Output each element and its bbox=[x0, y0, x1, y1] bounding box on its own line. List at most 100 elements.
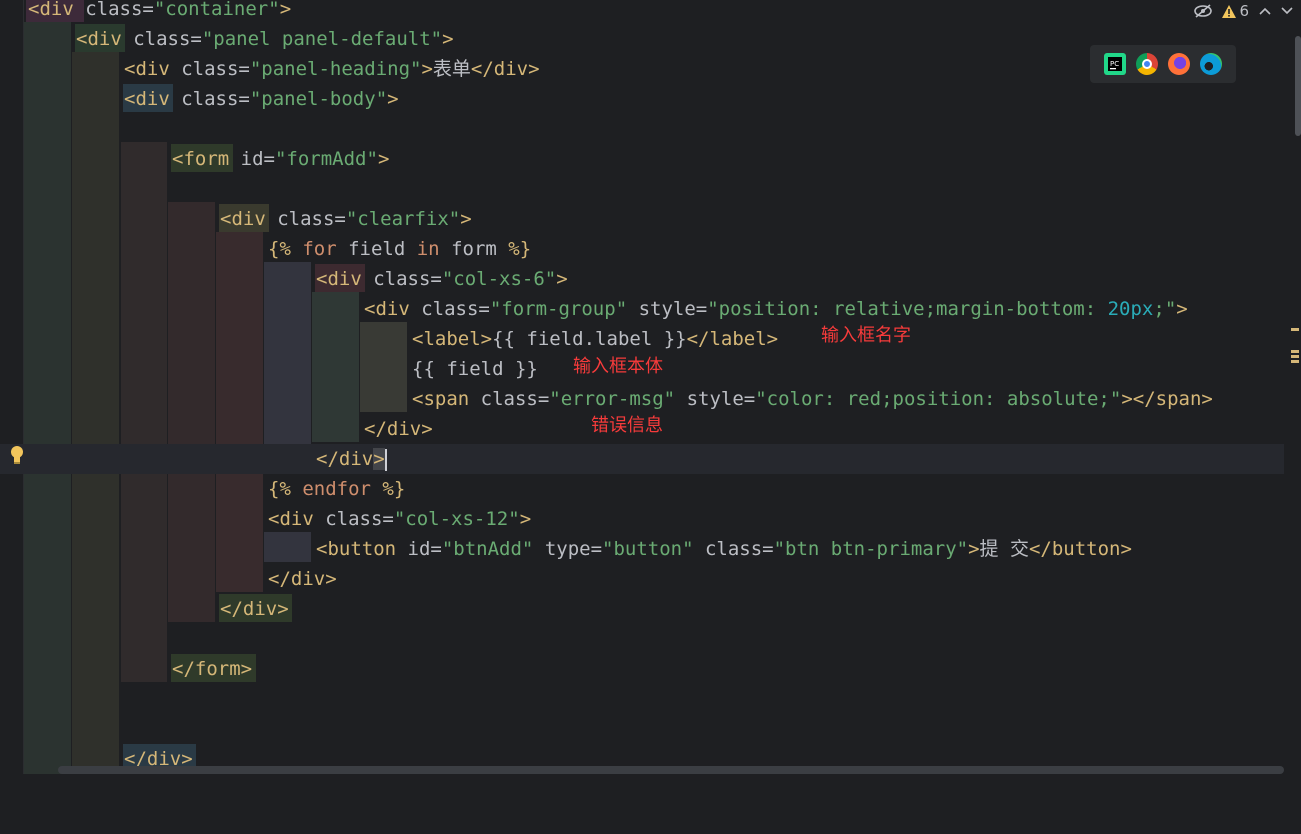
code-line-6[interactable]: <form id="formAdd"> bbox=[0, 144, 1284, 174]
code-line-23[interactable]: </form> bbox=[0, 654, 1284, 684]
tag-bracket: < bbox=[268, 508, 280, 530]
css-value: red bbox=[846, 388, 882, 410]
chevron-down-icon[interactable] bbox=[1281, 7, 1293, 15]
tag-bracket: > bbox=[1120, 538, 1132, 560]
attr-name: style= bbox=[627, 298, 708, 320]
code-line-19[interactable]: <button id="btnAdd" type="button" class=… bbox=[0, 534, 1284, 564]
tag-bracket: > bbox=[442, 28, 454, 50]
closing-tag: </form bbox=[172, 658, 241, 680]
attr-value: ;" bbox=[1153, 298, 1177, 320]
closing-tag: </div bbox=[364, 418, 422, 440]
tag-bracket: > bbox=[377, 148, 390, 170]
code-line-16-current[interactable]: </div> bbox=[0, 444, 1284, 474]
tag-bracket: > bbox=[556, 268, 568, 290]
attr-name: class= bbox=[469, 388, 550, 410]
scroll-marker[interactable] bbox=[1291, 328, 1299, 331]
attr-value: "btnAdd" bbox=[441, 538, 534, 560]
attr-value: "button" bbox=[602, 538, 694, 560]
attr-name: class= bbox=[121, 28, 202, 50]
attr-name: class= bbox=[169, 88, 250, 110]
attr-value: "col-xs-6" bbox=[441, 268, 557, 290]
attr-value: "btn btn-primary" bbox=[773, 538, 969, 560]
attr-value: ;" bbox=[1098, 388, 1122, 410]
attr-name: class= bbox=[169, 58, 250, 80]
scroll-marker[interactable] bbox=[1291, 355, 1299, 358]
tag-name: div bbox=[279, 508, 314, 530]
attr-name: style= bbox=[675, 388, 756, 410]
jinja-delimiter: %} bbox=[496, 238, 532, 260]
eye-slash-icon[interactable] bbox=[1194, 4, 1213, 18]
tag-bracket: < bbox=[316, 538, 328, 560]
tag-bracket: > bbox=[968, 538, 980, 560]
code-line-11[interactable]: <div class="form-group" style="position:… bbox=[0, 294, 1284, 324]
code-line-12[interactable]: <label>{{ field.label }}</label> bbox=[0, 324, 1284, 354]
tag-bracket: > bbox=[277, 598, 289, 620]
chevron-up-icon[interactable] bbox=[1259, 7, 1271, 15]
browser-preview-panel: PC bbox=[1090, 45, 1236, 83]
text-content: 表单 bbox=[432, 58, 471, 80]
attr-name: type= bbox=[533, 538, 603, 560]
scroll-marker[interactable] bbox=[1291, 350, 1299, 353]
tag-bracket: < bbox=[124, 58, 136, 80]
lightbulb-icon[interactable] bbox=[9, 445, 25, 465]
scroll-marker[interactable] bbox=[1291, 360, 1299, 363]
code-editor[interactable]: <div class="container"> <div class="pane… bbox=[0, 0, 1301, 774]
horizontal-scrollbar[interactable] bbox=[58, 766, 1284, 774]
attr-value: "error-msg" bbox=[549, 388, 676, 410]
attr-value: "col-xs-12" bbox=[393, 508, 520, 530]
annotation-field-body: 输入框本体 bbox=[573, 356, 663, 377]
code-line-18[interactable]: <div class="col-xs-12"> bbox=[0, 504, 1284, 534]
inspection-widget[interactable]: 6 bbox=[1194, 0, 1293, 22]
tag-name: div bbox=[231, 208, 266, 230]
jinja-delimiter: %} bbox=[370, 478, 406, 500]
vertical-scrollbar[interactable] bbox=[1295, 36, 1301, 136]
code-line-17[interactable]: {% endfor %} bbox=[0, 474, 1284, 504]
chrome-icon[interactable] bbox=[1136, 53, 1158, 75]
attr-name: class= bbox=[693, 538, 774, 560]
attr-name: id= bbox=[396, 538, 442, 560]
attr-name: class= bbox=[409, 298, 490, 320]
code-line-20[interactable]: </div> bbox=[0, 564, 1284, 594]
code-line-8[interactable]: <div class="clearfix"> bbox=[0, 204, 1284, 234]
attr-name: class= bbox=[313, 508, 394, 530]
attr-value: "panel-body" bbox=[249, 88, 388, 110]
pycharm-icon[interactable]: PC bbox=[1104, 53, 1126, 75]
warning-counter[interactable]: 6 bbox=[1222, 2, 1249, 20]
tag-bracket: < bbox=[364, 298, 376, 320]
tag-bracket: < bbox=[76, 28, 88, 50]
code-line-10[interactable]: <div class="col-xs-6"> bbox=[0, 264, 1284, 294]
annotation-error-info: 错误信息 bbox=[591, 415, 663, 436]
attr-value: "form-group" bbox=[489, 298, 628, 320]
text-content: 提 交 bbox=[979, 538, 1029, 560]
tag-bracket: < bbox=[316, 268, 328, 290]
tag-name: div bbox=[327, 268, 362, 290]
tag-bracket: < bbox=[124, 88, 136, 110]
tag-bracket: > bbox=[421, 58, 433, 80]
closing-tag: </div> bbox=[470, 58, 540, 80]
svg-text:PC: PC bbox=[1110, 60, 1119, 68]
attr-value: "container" bbox=[153, 0, 280, 20]
attr-value: "clearfix" bbox=[345, 208, 461, 230]
tag-name: div bbox=[375, 298, 410, 320]
tag-name: button bbox=[327, 538, 397, 560]
code-line-9[interactable]: {% for field in form %} bbox=[0, 234, 1284, 264]
code-line-1[interactable]: <div class="container"> bbox=[0, 0, 1284, 24]
closing-tag: </div bbox=[220, 598, 278, 620]
code-line-4[interactable]: <div class="panel-body"> bbox=[0, 84, 1284, 114]
edge-icon[interactable] bbox=[1200, 53, 1222, 75]
closing-tag: </div bbox=[316, 448, 374, 470]
firefox-icon[interactable] bbox=[1168, 53, 1190, 75]
tag-name: div bbox=[39, 0, 74, 20]
attr-value: ;position: bbox=[881, 388, 1007, 410]
code-line-14[interactable]: <span class="error-msg" style="color: re… bbox=[0, 384, 1284, 414]
code-line-21[interactable]: </div> bbox=[0, 594, 1284, 624]
jinja-expression: {{ field }} bbox=[412, 358, 538, 380]
closing-tag: </span bbox=[1132, 388, 1202, 410]
tag-bracket: > bbox=[1121, 388, 1133, 410]
tag-bracket: > bbox=[279, 0, 292, 20]
attr-name: class= bbox=[361, 268, 442, 290]
attr-value: "formAdd" bbox=[274, 148, 378, 170]
jinja-expression: {{ field.label }} bbox=[492, 328, 687, 350]
tag-bracket: > bbox=[1201, 388, 1213, 410]
tag-bracket: > bbox=[519, 508, 532, 530]
